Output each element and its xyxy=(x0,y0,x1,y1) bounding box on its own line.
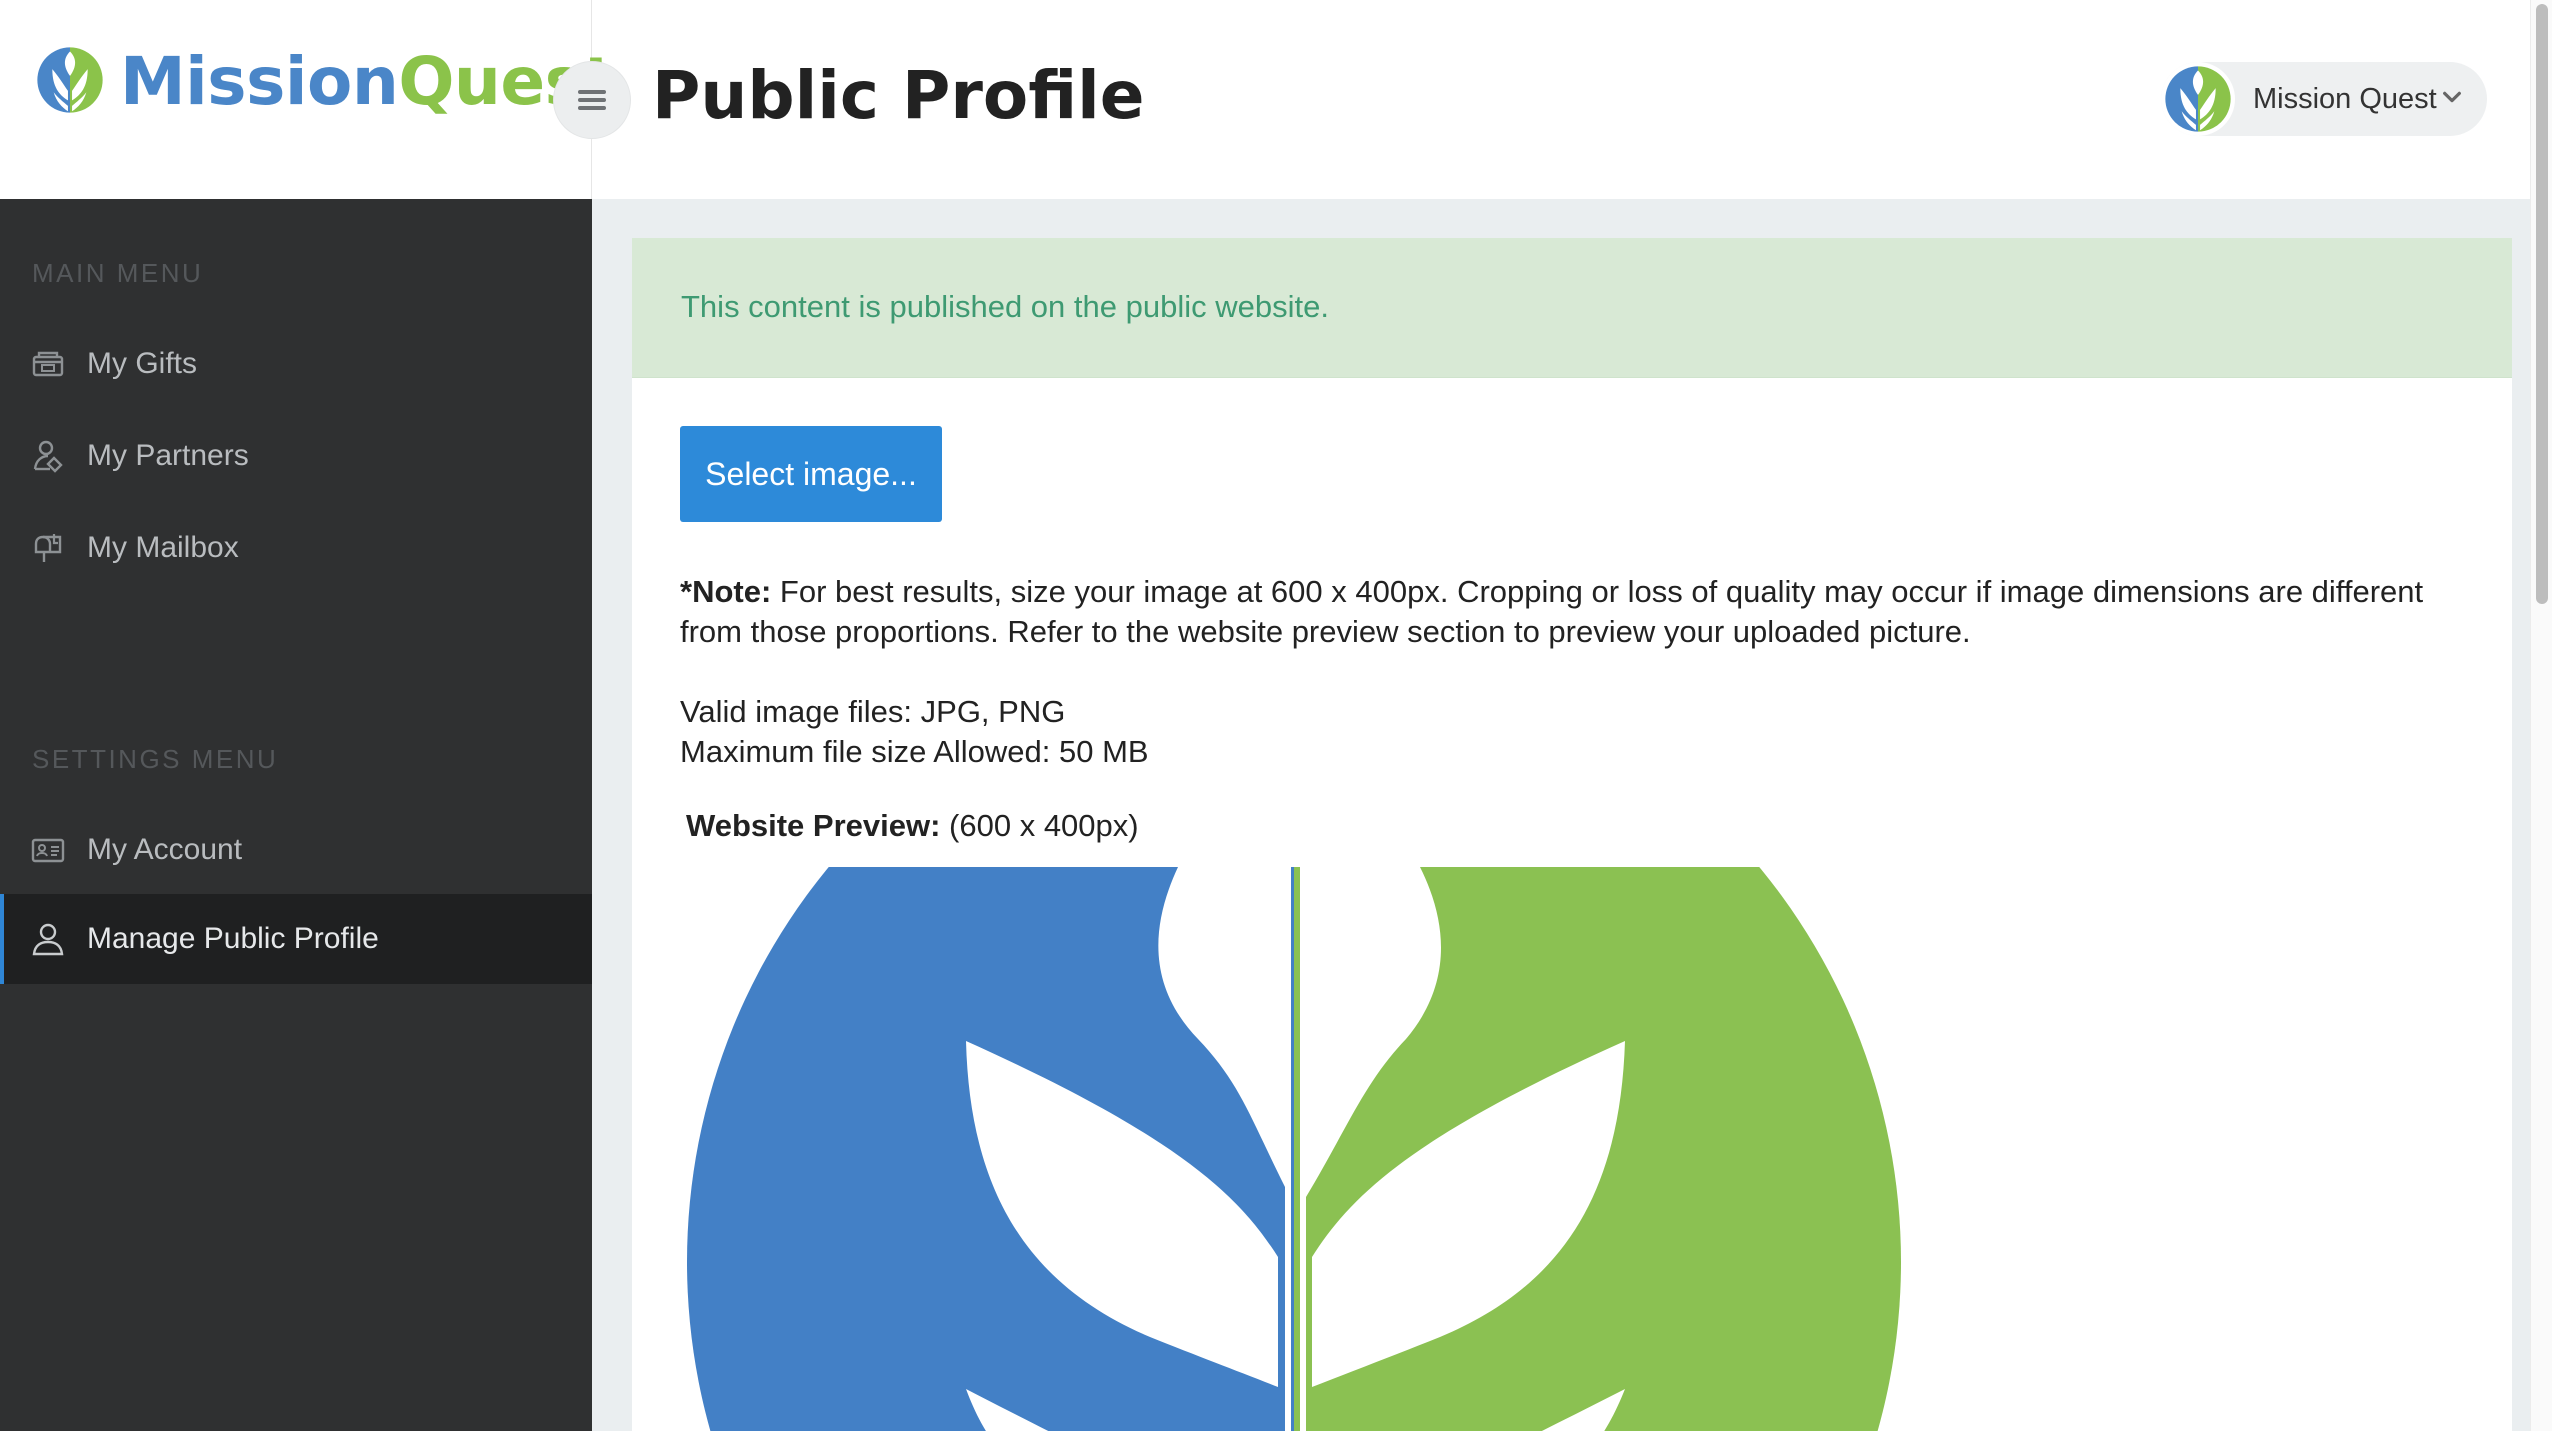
profile-image-preview xyxy=(680,867,1910,1431)
valid-file-types: Valid image files: JPG, PNG xyxy=(680,694,1066,729)
page-scrollbar[interactable] xyxy=(2530,0,2552,1431)
avatar xyxy=(2161,62,2235,136)
note-label: *Note: xyxy=(680,574,772,609)
preview-logo-image xyxy=(680,867,1910,1431)
logo-text-mission: Mission xyxy=(120,43,399,120)
account-name: Mission Quest xyxy=(2253,82,2437,115)
chevron-down-icon xyxy=(2443,91,2461,103)
preview-dimensions: (600 x 400px) xyxy=(949,808,1139,843)
website-preview-label: Website Preview: (600 x 400px) xyxy=(686,806,1139,846)
preview-label-bold: Website Preview: xyxy=(686,808,941,843)
sidebar-toggle-button[interactable] xyxy=(553,61,631,139)
sidebar: MAIN MENU My Gifts My Partners My Mailbo… xyxy=(0,199,592,1431)
account-logo-icon xyxy=(2165,66,2231,132)
main-menu-title: MAIN MENU xyxy=(32,258,204,288)
sidebar-item-label: My Gifts xyxy=(87,347,197,380)
sidebar-item-label: Manage Public Profile xyxy=(87,922,379,955)
image-note: *Note: For best results, size your image… xyxy=(680,572,2490,652)
id-card-icon xyxy=(31,838,65,863)
file-requirements: Valid image files: JPG, PNG Maximum file… xyxy=(680,692,1149,772)
user-icon xyxy=(32,923,64,956)
top-header: MissionQuest Public Profile Mission Ques… xyxy=(0,0,2530,199)
sidebar-item-manage-public-profile[interactable]: Manage Public Profile xyxy=(0,894,592,984)
settings-menu-title: SETTINGS MENU xyxy=(32,744,279,774)
main-content-panel: This content is published on the public … xyxy=(632,238,2512,1431)
scrollbar-thumb[interactable] xyxy=(2536,4,2548,604)
logo-wordmark: MissionQuest xyxy=(120,42,615,122)
max-file-size: Maximum file size Allowed: 50 MB xyxy=(680,734,1149,769)
alert-text: This content is published on the public … xyxy=(681,289,1329,324)
note-text: For best results, size your image at 600… xyxy=(680,574,2424,649)
mailbox-icon xyxy=(34,534,62,562)
sidebar-item-label: My Account xyxy=(87,833,243,866)
sidebar-item-my-partners[interactable]: My Partners xyxy=(0,411,592,501)
partners-icon xyxy=(33,440,63,473)
gift-icon xyxy=(32,351,64,377)
sidebar-item-label: My Partners xyxy=(87,439,249,472)
account-menu-button[interactable]: Mission Quest xyxy=(2161,62,2487,136)
select-image-button[interactable]: Select image... xyxy=(680,426,942,522)
page-title: Public Profile xyxy=(652,57,1145,134)
sidebar-item-my-gifts[interactable]: My Gifts xyxy=(0,319,592,409)
logo-area[interactable]: MissionQuest xyxy=(0,0,615,199)
app-root: MissionQuest Public Profile Mission Ques… xyxy=(0,0,2552,1431)
published-alert: This content is published on the public … xyxy=(632,238,2512,378)
missionquest-logo-icon xyxy=(37,47,103,113)
sidebar-item-label: My Mailbox xyxy=(87,531,239,564)
sidebar-item-my-account[interactable]: My Account xyxy=(0,805,592,895)
hamburger-icon xyxy=(578,86,606,114)
sidebar-item-my-mailbox[interactable]: My Mailbox xyxy=(0,503,592,593)
